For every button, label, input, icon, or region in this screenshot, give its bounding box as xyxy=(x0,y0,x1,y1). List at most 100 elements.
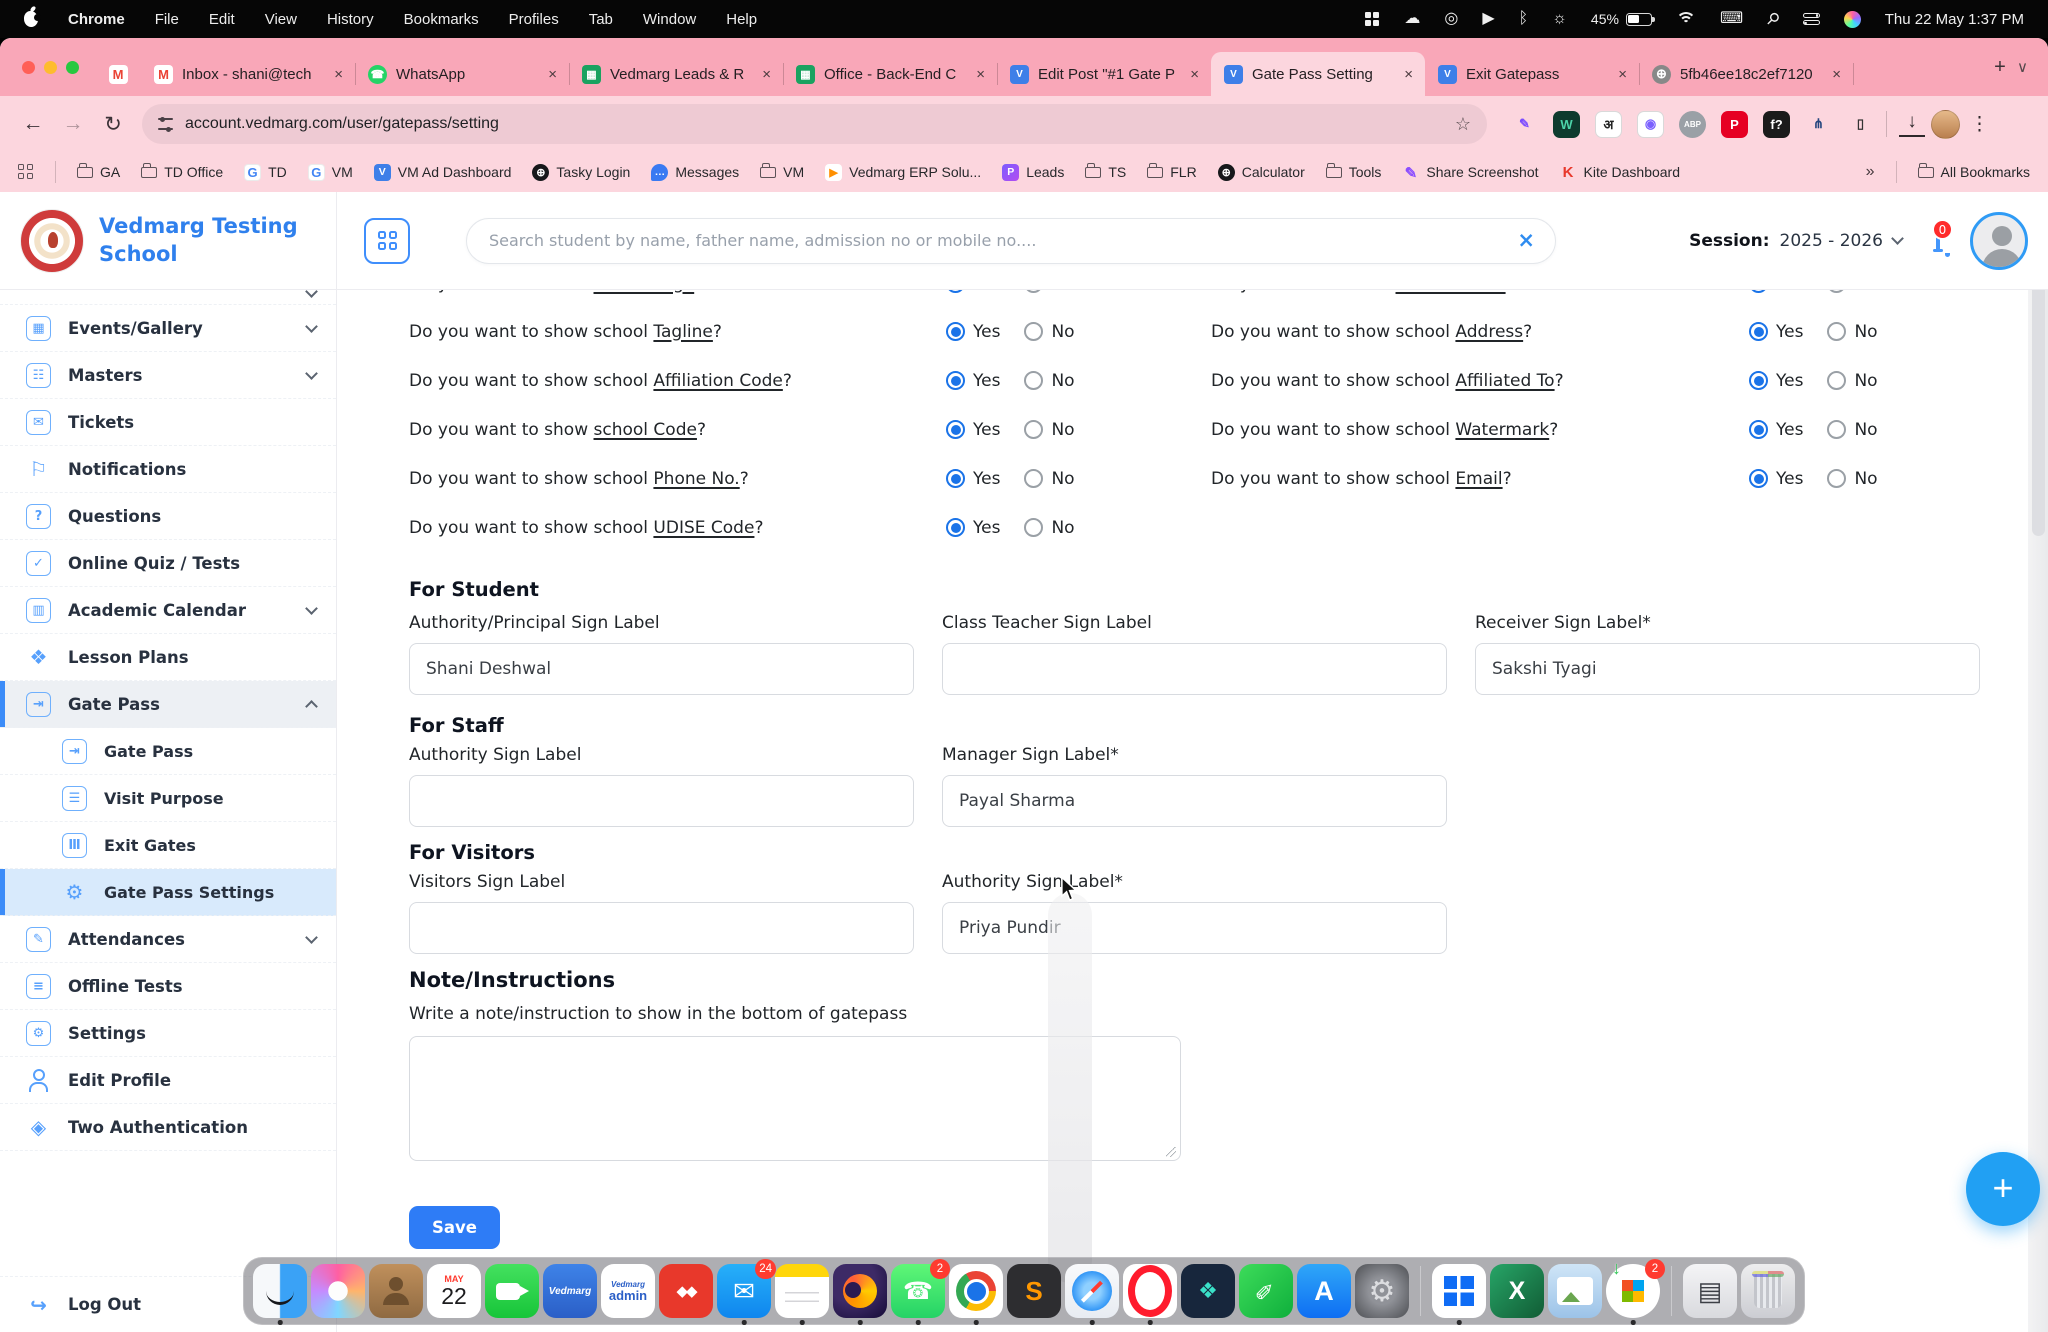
font-finder-icon[interactable]: f? xyxy=(1763,111,1790,138)
new-tab-button[interactable]: + xyxy=(1983,50,2017,84)
pinterest-icon[interactable]: P xyxy=(1721,111,1748,138)
sidebar-item-events-gallery[interactable]: ▦Events/Gallery xyxy=(0,305,336,352)
tab-vedmarg-leads-r[interactable]: ▦Vedmarg Leads & R× xyxy=(569,52,783,96)
play-circle-icon[interactable]: ▶ xyxy=(1482,11,1494,27)
clear-search-icon[interactable]: × xyxy=(1517,230,1535,251)
tab-close-icon[interactable]: × xyxy=(1188,66,1201,83)
bookmark-vm[interactable]: GVM xyxy=(308,164,353,181)
dock-app-finder[interactable] xyxy=(253,1264,307,1318)
cloud-icon[interactable]: ☁ xyxy=(1404,11,1420,27)
bluetooth-icon[interactable]: ᛒ xyxy=(1519,11,1529,27)
menu-edit[interactable]: Edit xyxy=(209,11,235,28)
bookmark-ts[interactable]: TS xyxy=(1085,164,1126,180)
keyboard-brightness-icon[interactable]: ☼ xyxy=(1552,11,1567,27)
dock-app-vedmarg[interactable]: Vedmarg xyxy=(543,1264,597,1318)
menu-bar-clock[interactable]: Thu 22 May 1:37 PM xyxy=(1885,11,2024,28)
sidebar-item-academic-calendar[interactable]: ▥Academic Calendar xyxy=(0,587,336,634)
wave-icon[interactable]: W xyxy=(1553,111,1580,138)
sidebar-item-lesson-plans[interactable]: ❖Lesson Plans xyxy=(0,634,336,681)
tab-close-icon[interactable]: × xyxy=(760,66,773,83)
dock-app-chrome[interactable] xyxy=(949,1264,1003,1318)
radio-unselected-icon[interactable] xyxy=(1024,420,1043,439)
radio-no[interactable]: No xyxy=(1024,518,1074,538)
sidebar-item-edit-profile[interactable]: Edit Profile xyxy=(0,1057,336,1104)
radio-yes[interactable]: Yes xyxy=(1749,420,1803,440)
radio-no[interactable]: No xyxy=(1827,420,1877,440)
dock-app-creative-swirl[interactable] xyxy=(311,1264,365,1318)
dock-app-system-settings[interactable]: ⚙ xyxy=(1355,1264,1409,1318)
tab-gate-pass-setting[interactable]: VGate Pass Setting× xyxy=(1211,52,1425,96)
tab-close-icon[interactable]: × xyxy=(974,66,987,83)
radio-unselected-icon[interactable] xyxy=(1827,420,1846,439)
radio-selected-icon[interactable] xyxy=(1749,420,1768,439)
tiles-icon[interactable] xyxy=(1365,12,1380,27)
radio-selected-icon[interactable] xyxy=(1749,469,1768,488)
battery-indicator[interactable]: 45% xyxy=(1591,11,1652,27)
radio-yes[interactable]: Yes xyxy=(1749,290,1803,294)
radio-unselected-icon[interactable] xyxy=(1024,290,1043,293)
tab-close-icon[interactable]: × xyxy=(1830,66,1843,83)
zoom-window-button[interactable] xyxy=(66,61,79,74)
field-input[interactable] xyxy=(942,775,1447,827)
dock-app-calendar[interactable]: MAY22 xyxy=(427,1264,481,1318)
back-button[interactable]: ← xyxy=(16,112,50,136)
radio-yes[interactable]: Yes xyxy=(946,518,1000,538)
radio-unselected-icon[interactable] xyxy=(1827,290,1846,293)
forward-button[interactable]: → xyxy=(56,112,90,136)
page-scrollbar[interactable] xyxy=(2028,192,2048,1332)
control-center-icon[interactable] xyxy=(1803,12,1820,27)
radio-yes[interactable]: Yes xyxy=(946,420,1000,440)
user-avatar[interactable] xyxy=(1970,212,2028,270)
dock-app-vedmarg-admin[interactable]: Vedmargadmin xyxy=(601,1264,655,1318)
bookmark-kite-dashboard[interactable]: KKite Dashboard xyxy=(1560,164,1681,181)
sidebar-item-two-authentication[interactable]: ◈Two Authentication xyxy=(0,1104,336,1151)
radio-selected-icon[interactable] xyxy=(946,469,965,488)
bookmark-messages[interactable]: …Messages xyxy=(651,164,739,181)
dock-app-filmora[interactable]: ❖ xyxy=(1181,1264,1235,1318)
bookmarks-overflow-chevron[interactable]: » xyxy=(1866,163,1875,181)
radio-selected-icon[interactable] xyxy=(1749,371,1768,390)
field-input[interactable] xyxy=(942,643,1447,695)
radio-selected-icon[interactable] xyxy=(946,371,965,390)
bookmark-td-office[interactable]: TD Office xyxy=(141,164,223,180)
menu-file[interactable]: File xyxy=(155,11,179,28)
spotlight-icon[interactable]: ⚲ xyxy=(1762,8,1784,30)
wifi-icon[interactable] xyxy=(1676,12,1696,27)
screenshot-icon[interactable]: ◉ xyxy=(1637,111,1664,138)
modules-grid-button[interactable] xyxy=(364,218,410,264)
menu-tab[interactable]: Tab xyxy=(589,11,613,28)
radio-yes[interactable]: Yes xyxy=(1749,469,1803,489)
radio-selected-icon[interactable] xyxy=(946,420,965,439)
apple-menu-icon[interactable] xyxy=(24,11,38,27)
tab-whatsapp[interactable]: ☎WhatsApp× xyxy=(355,52,569,96)
dock-app-mail[interactable]: ✉24 xyxy=(717,1264,771,1318)
radio-unselected-icon[interactable] xyxy=(1024,322,1043,341)
menu-window[interactable]: Window xyxy=(643,11,696,28)
bookmark-vm-ad-dashboard[interactable]: VVM Ad Dashboard xyxy=(374,164,512,181)
radio-no[interactable]: No xyxy=(1024,290,1074,294)
reload-button[interactable]: ↻ xyxy=(96,112,130,137)
bookmark-tasky-login[interactable]: ⊕Tasky Login xyxy=(532,164,630,181)
close-window-button[interactable] xyxy=(22,61,35,74)
browser-profile-avatar[interactable] xyxy=(1931,110,1960,139)
radio-unselected-icon[interactable] xyxy=(1827,469,1846,488)
sidebar-item-gate-pass[interactable]: ⇥Gate Pass xyxy=(0,728,336,775)
dock-app-whatsapp[interactable]: ☎2 xyxy=(891,1264,945,1318)
hindi-input-icon[interactable]: अ xyxy=(1595,111,1622,138)
sidebar-item-tickets[interactable]: ✉Tickets xyxy=(0,399,336,446)
sidebar-item-visit-purpose[interactable]: ☰Visit Purpose xyxy=(0,775,336,822)
tab-5fb46ee18c2ef7120[interactable]: ⊕5fb46ee18c2ef7120× xyxy=(1639,52,1853,96)
minimize-window-button[interactable] xyxy=(44,61,57,74)
radio-yes[interactable]: Yes xyxy=(946,290,1000,294)
tab-inbox-shani-tech[interactable]: MInbox - shani@tech× xyxy=(141,52,355,96)
tab-close-icon[interactable]: × xyxy=(1402,66,1415,83)
dock-app-sublime-text[interactable]: S xyxy=(1007,1264,1061,1318)
search-input[interactable] xyxy=(487,230,1507,251)
menu-view[interactable]: View xyxy=(265,11,297,28)
dock-app-contacts[interactable] xyxy=(369,1264,423,1318)
radio-no[interactable]: No xyxy=(1827,290,1877,294)
sidebar-item-online-quiz-tests[interactable]: ✓Online Quiz / Tests xyxy=(0,540,336,587)
floating-add-button[interactable]: + xyxy=(1966,1152,2040,1226)
dock-app-facetime[interactable] xyxy=(485,1264,539,1318)
dock-app-windows-11[interactable] xyxy=(1432,1264,1486,1318)
